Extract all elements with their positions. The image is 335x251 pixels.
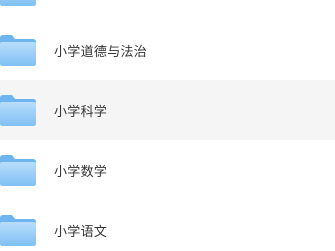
folder-icon bbox=[0, 0, 36, 6]
file-list-item[interactable] bbox=[0, 0, 335, 20]
file-list-item[interactable]: 小学数学 bbox=[0, 140, 335, 200]
folder-name: 小学道德与法治 bbox=[54, 44, 148, 60]
folder-name: 小学数学 bbox=[54, 164, 108, 180]
folder-name: 小学语文 bbox=[54, 224, 108, 240]
folder-icon bbox=[0, 214, 36, 246]
folder-name: 小学科学 bbox=[54, 104, 108, 120]
folder-icon bbox=[0, 94, 36, 126]
folder-icon bbox=[0, 34, 36, 66]
file-list-item[interactable]: 小学道德与法治 bbox=[0, 20, 335, 80]
folder-icon bbox=[0, 154, 36, 186]
file-list-item-selected[interactable]: 小学科学 bbox=[0, 80, 335, 140]
file-list-item[interactable]: 小学语文 bbox=[0, 200, 335, 251]
file-list: 小学道德与法治 小学科学 小学数学 小学语文 bbox=[0, 0, 335, 251]
